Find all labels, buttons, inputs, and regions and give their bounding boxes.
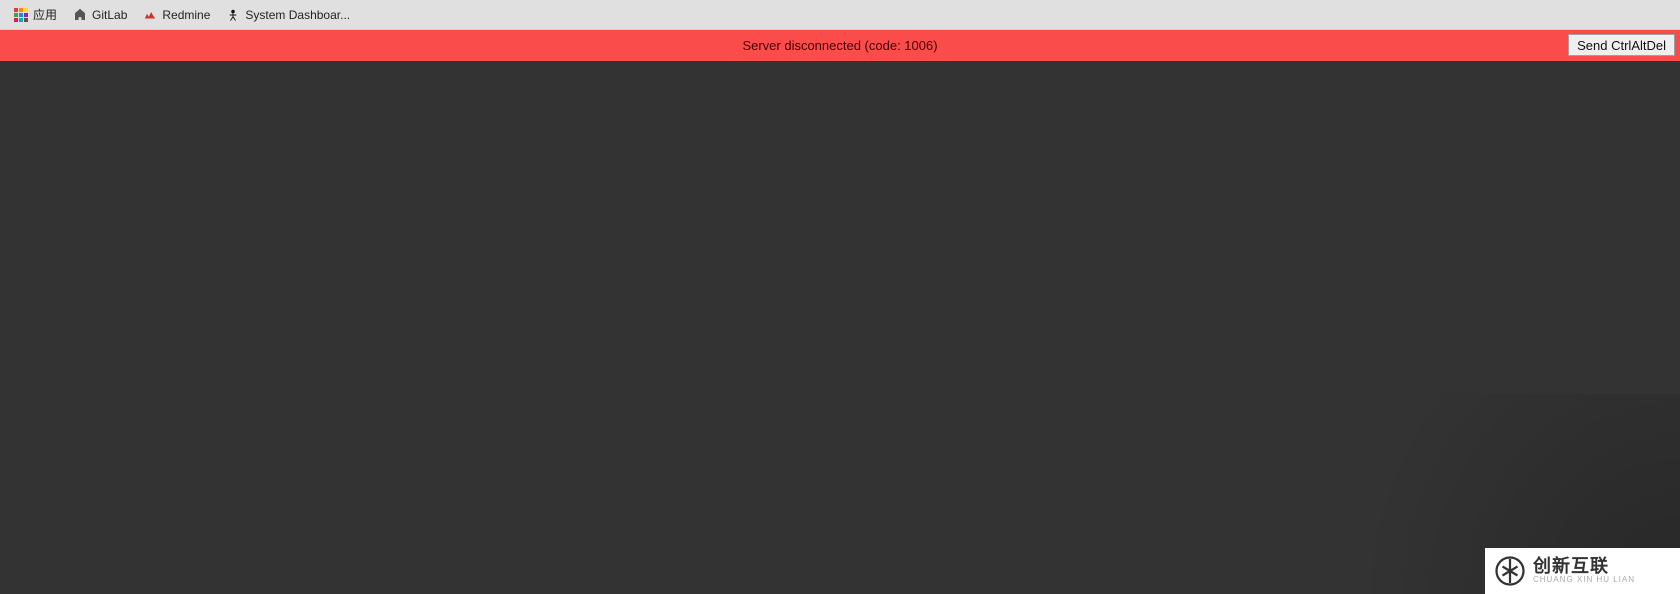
- bookmark-redmine[interactable]: Redmine: [137, 4, 216, 26]
- bookmark-system-dashboard[interactable]: System Dashboar...: [220, 4, 356, 26]
- bookmark-gitlab[interactable]: GitLab: [67, 4, 133, 26]
- send-ctrlaltdel-button[interactable]: Send CtrlAltDel: [1568, 34, 1675, 56]
- apps-label: 应用: [33, 6, 57, 23]
- bookmark-label: Redmine: [162, 8, 210, 22]
- bookmark-label: GitLab: [92, 8, 127, 22]
- gitlab-icon: [73, 8, 87, 22]
- dashboard-icon: [226, 8, 240, 22]
- bookmark-label: System Dashboar...: [245, 8, 350, 22]
- brand-name-en: CHUANG XIN HU LIAN: [1533, 576, 1635, 584]
- bookmarks-bar: 应用 GitLab Redmine System Dashboar...: [0, 0, 1680, 30]
- brand-logo-icon: [1495, 556, 1525, 586]
- apps-button[interactable]: 应用: [8, 2, 63, 27]
- disconnect-message: Server disconnected (code: 1006): [742, 38, 937, 53]
- watermark-badge: 创新互联 CHUANG XIN HU LIAN: [1485, 548, 1680, 594]
- status-bar: Server disconnected (code: 1006) Send Ct…: [0, 30, 1680, 61]
- redmine-icon: [143, 8, 157, 22]
- remote-screen-view: [0, 61, 1680, 594]
- brand-name-cn: 创新互联: [1533, 557, 1635, 576]
- apps-grid-icon: [14, 8, 28, 22]
- brand-text: 创新互联 CHUANG XIN HU LIAN: [1533, 557, 1635, 584]
